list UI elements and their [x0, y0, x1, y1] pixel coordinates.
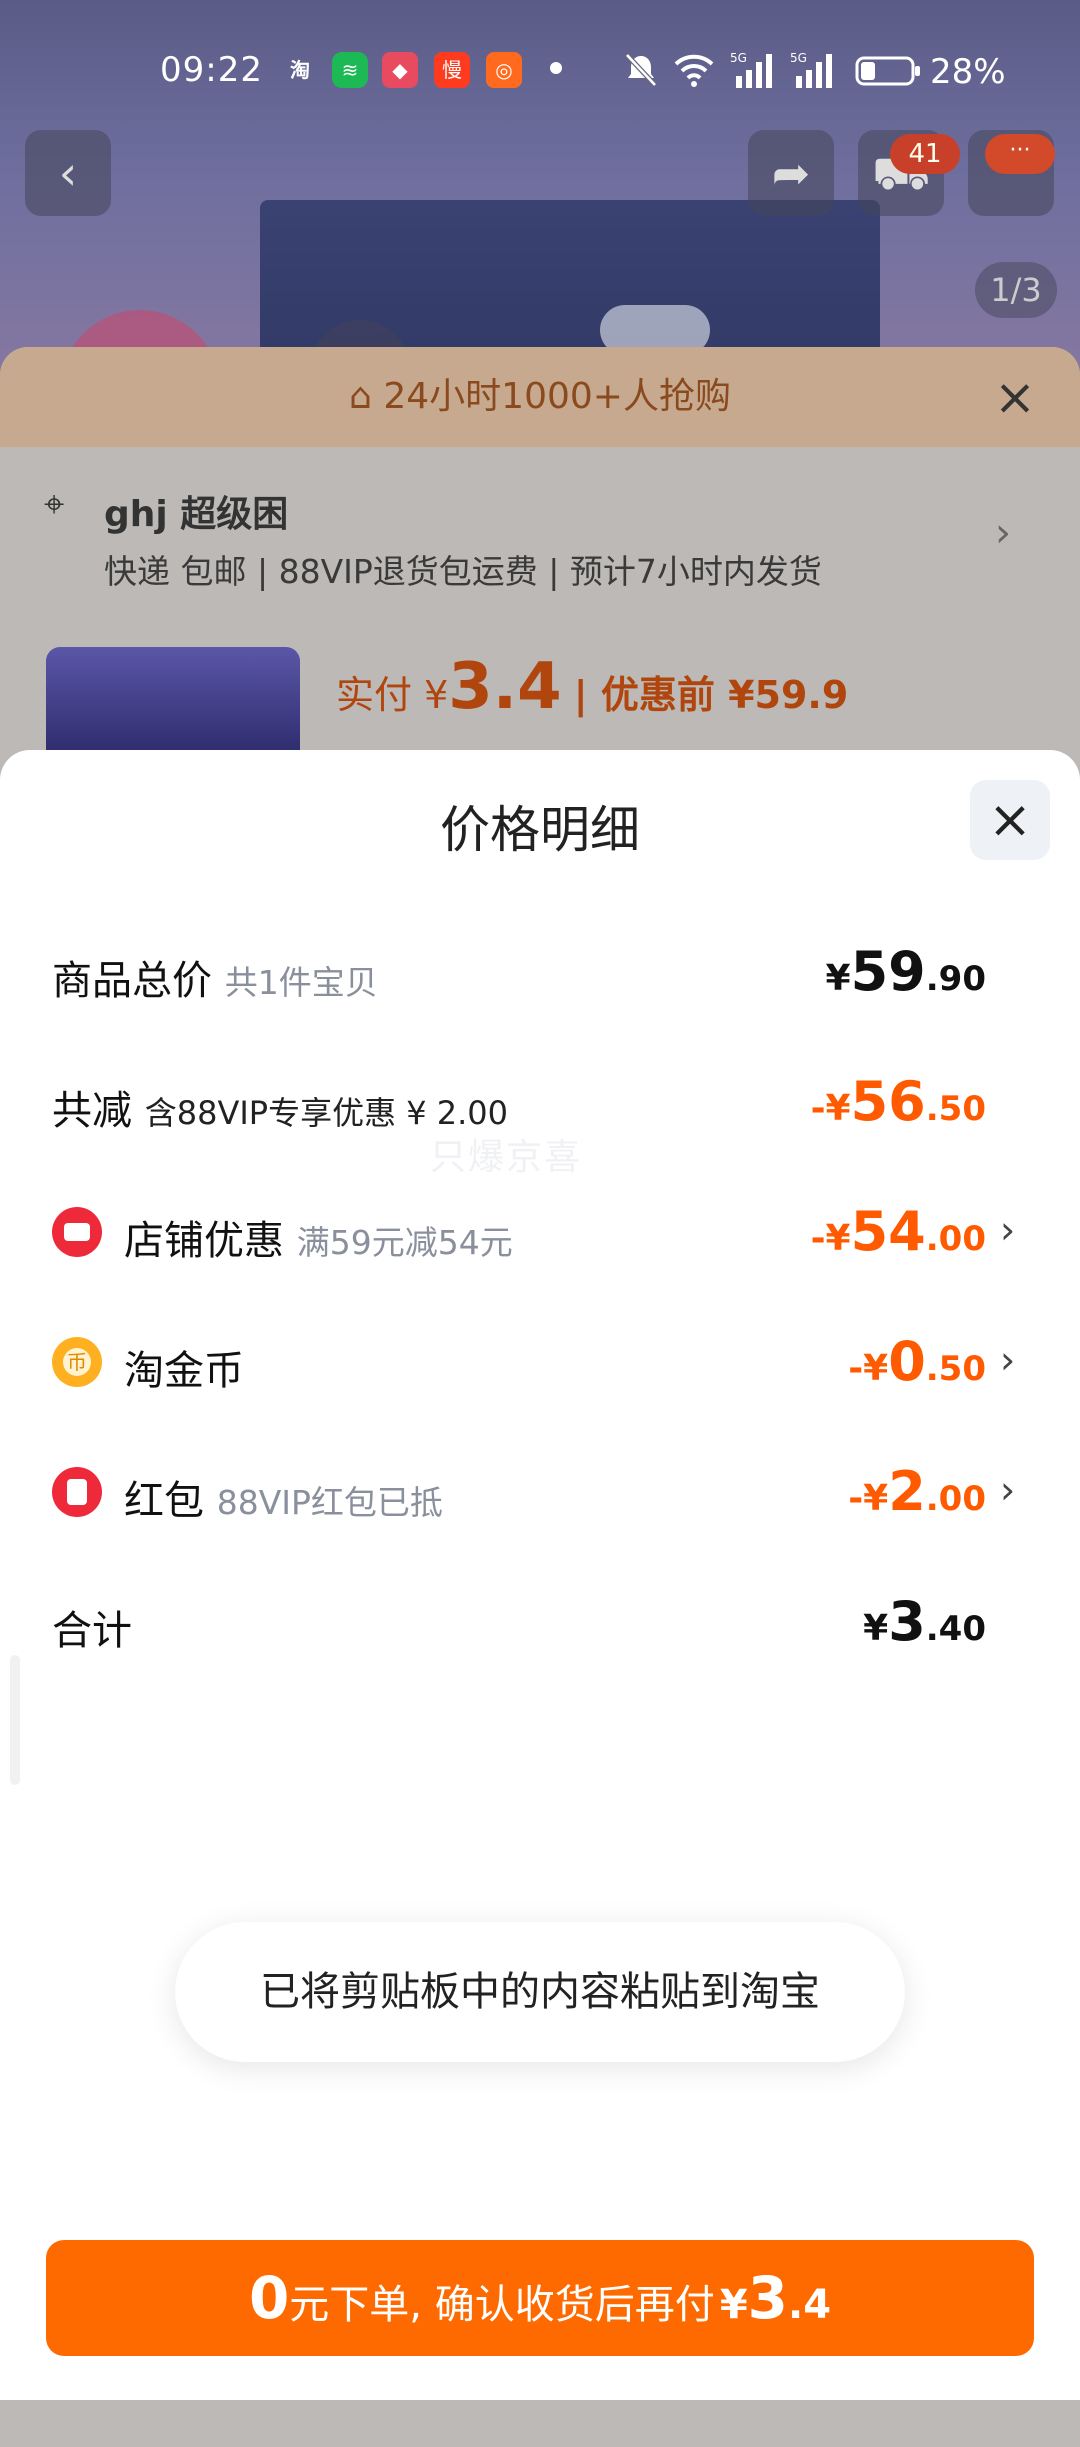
row-sum-label: 合计	[52, 1608, 132, 1654]
row-total-amount: ¥59.90	[825, 940, 986, 1003]
app-618-icon: ◆	[382, 52, 418, 88]
row-redpacket-sub: 88VIP红包已抵	[216, 1483, 443, 1522]
row-redpacket-label[interactable]: 红包 88VIP红包已抵	[124, 1468, 443, 1526]
row-total-label: 商品总价 共1件宝贝	[52, 958, 378, 1004]
paid-price: 实付 ¥3.4 | 优惠前 ¥59.9	[336, 650, 849, 724]
row-discount-sub: 含88VIP专享优惠 ¥ 2.00	[144, 1094, 509, 1132]
hot-sale-text: ⌂ 24小时1000+人抢购	[349, 376, 731, 417]
chevron-right-icon[interactable]: ›	[1000, 1208, 1015, 1252]
row-shop-label[interactable]: 店铺优惠 满59元减54元	[124, 1208, 513, 1266]
address-name[interactable]: ghj 超级困	[104, 485, 288, 537]
cart-count-badge: 41	[890, 134, 960, 174]
status-bar: 09:22 淘 ≋ ◆ 慢 ◎ 5G 5G 28%	[0, 0, 1080, 120]
product-thumbnail	[46, 647, 300, 757]
clipboard-toast: 已将剪贴板中的内容粘贴到淘宝	[175, 1922, 905, 2062]
row-shop-amount[interactable]: -¥54.00	[811, 1200, 986, 1263]
share-button[interactable]: ➦	[748, 130, 834, 216]
battery-percent: 28%	[930, 52, 1006, 92]
shopping-bag-icon: ⌂	[349, 376, 372, 417]
signal-5g-icon: 5G	[730, 51, 772, 88]
chevron-right-icon[interactable]: ›	[1000, 1338, 1015, 1382]
back-button[interactable]: ‹	[25, 130, 111, 216]
scrollbar[interactable]	[10, 1655, 20, 1785]
shop-icon	[52, 1207, 102, 1257]
delivery-info: 快递 包邮 | 88VIP退货包运费 | 预计7小时内发货	[104, 552, 822, 591]
image-pager: 1/3	[975, 262, 1057, 318]
row-discount-amount: -¥56.50	[810, 1070, 986, 1133]
row-coin-label[interactable]: 淘金币	[124, 1338, 244, 1396]
gold-coin-icon: 币	[52, 1337, 102, 1387]
svg-text:5G: 5G	[790, 51, 807, 65]
place-order-button[interactable]: 0元下单, 确认收货后再付 ¥3.4	[46, 2240, 1034, 2356]
status-time: 09:22	[160, 50, 263, 90]
mute-bell-icon	[625, 53, 657, 87]
location-pin-icon: ⌖	[44, 484, 65, 525]
row-coin-amount[interactable]: -¥0.50	[848, 1330, 986, 1393]
wifi-icon	[674, 54, 714, 87]
notification-dot-icon	[550, 62, 562, 74]
more-dots-icon: ···	[985, 134, 1055, 174]
chevron-right-icon[interactable]: ›	[995, 510, 1011, 556]
battery-icon	[855, 56, 920, 86]
taobao-icon: 淘	[290, 58, 310, 82]
close-order-sheet-button[interactable]: ×	[990, 372, 1040, 422]
manman-icon: 慢	[434, 52, 470, 88]
red-packet-icon	[52, 1467, 102, 1517]
close-button[interactable]: ×	[970, 780, 1050, 860]
row-total-sub: 共1件宝贝	[224, 963, 378, 1002]
row-redpacket-amount[interactable]: -¥2.00	[848, 1460, 986, 1523]
row-sum-amount: ¥3.40	[863, 1590, 986, 1653]
app-orange-icon: ◎	[486, 52, 522, 88]
signal-5g-icon: 5G	[790, 51, 832, 88]
sheet-title: 价格明细	[440, 801, 640, 859]
row-discount-label: 共减 含88VIP专享优惠 ¥ 2.00	[52, 1088, 509, 1134]
svg-text:5G: 5G	[730, 51, 747, 65]
chevron-right-icon[interactable]: ›	[1000, 1468, 1015, 1512]
spotify-icon: ≋	[332, 52, 368, 88]
row-shop-sub: 满59元减54元	[296, 1223, 513, 1262]
